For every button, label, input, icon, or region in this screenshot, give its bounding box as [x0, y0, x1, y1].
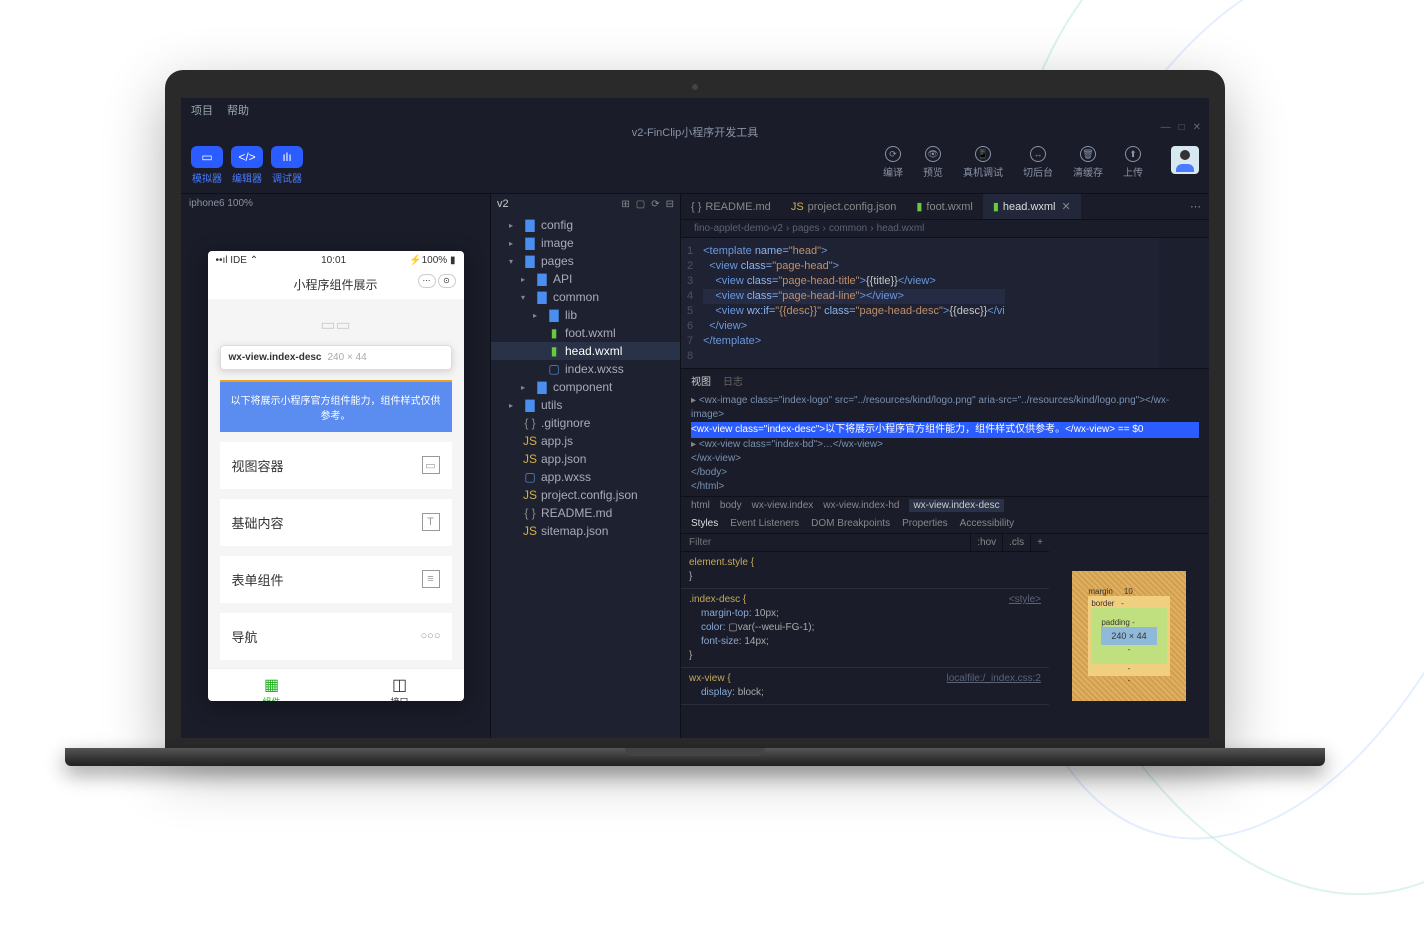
add-rule-icon[interactable]: + [1030, 534, 1049, 551]
file-node[interactable]: { }README.md [491, 504, 680, 522]
dom-tree[interactable]: ▸ <wx-image class="index-logo" src="../r… [681, 392, 1209, 496]
folder-node[interactable]: ▾▇common [491, 288, 680, 306]
folder-node[interactable]: ▸▇config [491, 216, 680, 234]
tab-components[interactable]: ▦组件 [208, 669, 336, 701]
folder-node[interactable]: ▸▇image [491, 234, 680, 252]
menubar: 项目 帮助 [181, 98, 1209, 122]
folder-node[interactable]: ▸▇utils [491, 396, 680, 414]
menu-icon: ≡ [422, 570, 440, 588]
tabs-more-icon[interactable]: ⋯ [1182, 194, 1209, 219]
styles-pane[interactable]: :hov .cls + element.style {} <style> .in… [681, 534, 1049, 738]
laptop-frame: 项目 帮助 v2-FinClip小程序开发工具 — □ ✕ ▭ </> ılı [165, 70, 1225, 766]
container-icon: ▭ [422, 456, 440, 474]
camera-dot [692, 84, 698, 90]
toolbar-action[interactable]: ↔切后台 [1023, 146, 1053, 179]
simulator-panel: iphone6 100% ••ıl IDE ⌃ 10:01 ⚡100% ▮ 小程… [181, 194, 491, 738]
file-node[interactable]: ▢index.wxss [491, 360, 680, 378]
window-title: v2-FinClip小程序开发工具 [632, 127, 759, 139]
nav-icon: ○○○ [422, 627, 440, 645]
toolbar-action[interactable]: 👁预览 [923, 146, 943, 179]
close-icon[interactable]: ✕ [1193, 122, 1201, 133]
debugger-toggle[interactable]: ılı [271, 146, 303, 168]
laptop-notch [625, 748, 765, 756]
minimap[interactable] [1159, 238, 1209, 368]
file-node[interactable]: JSapp.json [491, 450, 680, 468]
capsule-close-icon[interactable]: ⊙ [438, 274, 456, 288]
folder-node[interactable]: ▸▇component [491, 378, 680, 396]
highlighted-element[interactable]: 以下将展示小程序官方组件能力，组件样式仅供参考。 [220, 380, 452, 432]
capsule-more-icon[interactable]: ⋯ [418, 274, 436, 288]
editor-tab[interactable]: ▮foot.wxml [906, 194, 983, 219]
refresh-icon[interactable]: ⟳ [651, 199, 659, 210]
label-debugger: 调试器 [271, 170, 303, 185]
styles-filter-input[interactable] [681, 534, 970, 551]
dom-breadcrumb[interactable]: htmlbodywx-view.indexwx-view.index-hdwx-… [681, 496, 1209, 514]
bottom-tab-view[interactable]: 视图 [691, 373, 711, 388]
inspect-tooltip: wx-view.index-desc240 × 44 [220, 345, 452, 370]
bottom-tab-log[interactable]: 日志 [723, 373, 743, 388]
simulator-toggle[interactable]: ▭ [191, 146, 223, 168]
toolbar-action[interactable]: ⟳编译 [883, 146, 903, 179]
avatar[interactable] [1171, 146, 1199, 174]
app-title: 小程序组件展示 [293, 278, 377, 292]
ide-window: 项目 帮助 v2-FinClip小程序开发工具 — □ ✕ ▭ </> ılı [181, 98, 1209, 738]
project-root[interactable]: v2 [497, 198, 509, 210]
file-node[interactable]: ▮head.wxml [491, 342, 680, 360]
label-simulator: 模拟器 [191, 170, 223, 185]
editor-tab[interactable]: JSproject.config.json [781, 194, 907, 219]
folder-node[interactable]: ▸▇lib [491, 306, 680, 324]
status-battery: ⚡100% ▮ [409, 255, 455, 266]
devtab-styles[interactable]: Styles [691, 518, 718, 529]
code-editor[interactable]: 12345678 <template name="head"> <view cl… [681, 238, 1209, 368]
logo-placeholder: ▭▭ [220, 315, 452, 335]
file-node[interactable]: JSapp.js [491, 432, 680, 450]
close-tab-icon[interactable]: ✕ [1062, 200, 1071, 213]
cls-toggle[interactable]: .cls [1002, 534, 1030, 551]
editor-toggle[interactable]: </> [231, 146, 263, 168]
file-node[interactable]: ▢app.wxss [491, 468, 680, 486]
list-item[interactable]: 视图容器▭ [220, 442, 452, 489]
breadcrumb[interactable]: fino-applet-demo-v2›pages›common›head.wx… [681, 220, 1209, 238]
menu-help[interactable]: 帮助 [227, 102, 249, 118]
folder-node[interactable]: ▸▇API [491, 270, 680, 288]
titlebar: v2-FinClip小程序开发工具 — □ ✕ [181, 122, 1209, 142]
editor-tab[interactable]: ▮head.wxml✕ [983, 194, 1081, 219]
file-node[interactable]: JSsitemap.json [491, 522, 680, 540]
tab-api[interactable]: ◫接口 [336, 669, 464, 701]
menu-project[interactable]: 项目 [191, 102, 213, 118]
devtab-listeners[interactable]: Event Listeners [730, 518, 799, 529]
status-left: ••ıl IDE ⌃ [216, 255, 259, 266]
text-icon: T [422, 513, 440, 531]
label-editor: 编辑器 [231, 170, 263, 185]
devtab-properties[interactable]: Properties [902, 518, 948, 529]
status-time: 10:01 [321, 255, 346, 266]
new-folder-icon[interactable]: ▢ [636, 199, 645, 210]
toolbar-action[interactable]: 🗑清缓存 [1073, 146, 1103, 179]
box-model: margin 10 border - padding - 240 × 44 - [1049, 534, 1209, 738]
list-item[interactable]: 基础内容T [220, 499, 452, 546]
device-label[interactable]: iphone6 100% [181, 194, 490, 213]
toolbar-action[interactable]: 📱真机调试 [963, 146, 1003, 179]
minimize-icon[interactable]: — [1161, 122, 1171, 133]
hov-toggle[interactable]: :hov [970, 534, 1002, 551]
devtools-panel: 视图 日志 ▸ <wx-image class="index-logo" src… [681, 368, 1209, 738]
file-explorer: v2 ⊞ ▢ ⟳ ⊟ ▸▇config▸▇image▾▇pages▸▇API▾▇… [491, 194, 681, 738]
phone-preview: ••ıl IDE ⌃ 10:01 ⚡100% ▮ 小程序组件展示 ⋯ ⊙ [208, 251, 464, 701]
list-item[interactable]: 导航○○○ [220, 613, 452, 660]
toolbar-action[interactable]: ⬆上传 [1123, 146, 1143, 179]
folder-node[interactable]: ▾▇pages [491, 252, 680, 270]
editor-tab[interactable]: { }README.md [681, 194, 781, 219]
toolbar: ▭ </> ılı 模拟器 编辑器 调试器 ⟳编译 👁预览 📱真机调试 ↔切后台 🗑清缓… [181, 142, 1209, 193]
devtab-accessibility[interactable]: Accessibility [960, 518, 1014, 529]
file-node[interactable]: JSproject.config.json [491, 486, 680, 504]
collapse-icon[interactable]: ⊟ [666, 199, 674, 210]
file-node[interactable]: ▮foot.wxml [491, 324, 680, 342]
maximize-icon[interactable]: □ [1179, 122, 1185, 133]
devtab-breakpoints[interactable]: DOM Breakpoints [811, 518, 890, 529]
list-item[interactable]: 表单组件≡ [220, 556, 452, 603]
file-node[interactable]: { }.gitignore [491, 414, 680, 432]
editor-tabs: { }README.mdJSproject.config.json▮foot.w… [681, 194, 1209, 220]
new-file-icon[interactable]: ⊞ [621, 199, 629, 210]
